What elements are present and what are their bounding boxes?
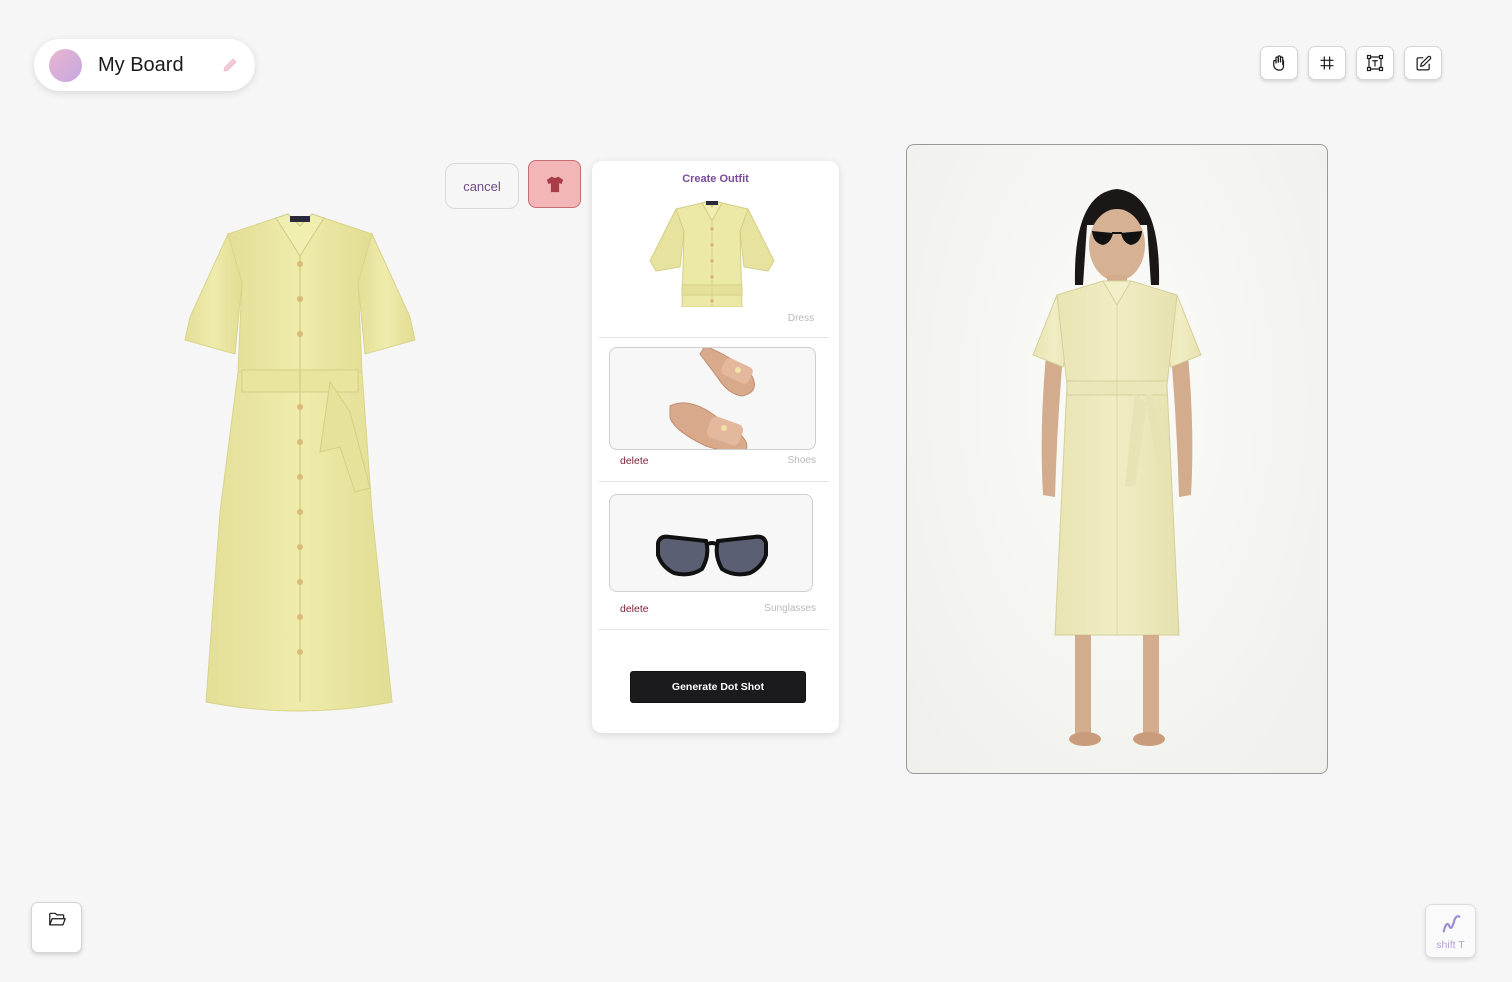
- outfit-toggle-button[interactable]: [528, 160, 581, 208]
- folder-open-icon: [49, 912, 66, 926]
- folder-button[interactable]: [31, 902, 82, 953]
- text-box-tool-button[interactable]: [1356, 46, 1394, 80]
- board-title-pill[interactable]: My Board: [34, 39, 255, 91]
- category-label-sunglasses: Sunglasses: [764, 603, 816, 614]
- shoes-thumbnail[interactable]: [609, 347, 816, 450]
- sunglasses-thumbnail[interactable]: [609, 494, 813, 592]
- shortcut-label: shift T: [1436, 939, 1465, 951]
- board-title: My Board: [98, 53, 184, 76]
- divider: [599, 481, 829, 482]
- hand-icon: [1273, 55, 1285, 71]
- cancel-button[interactable]: cancel: [445, 163, 519, 209]
- tshirt-icon: [546, 176, 563, 193]
- edit-icon: [1416, 55, 1431, 70]
- dress-canvas-image[interactable]: [180, 212, 420, 720]
- panel-title: Create Outfit: [682, 173, 749, 185]
- category-label-dress: Dress: [787, 313, 814, 324]
- edit-tool-button[interactable]: [1404, 46, 1442, 80]
- generate-dot-shot-button[interactable]: Generate Dot Shot: [630, 671, 806, 703]
- shortcut-button[interactable]: shift T: [1425, 904, 1476, 958]
- scribble-icon: [1442, 915, 1461, 933]
- create-outfit-panel: Create Outfit Dress delete Shoes delete …: [592, 161, 839, 733]
- frame-tool-button[interactable]: [1308, 46, 1346, 80]
- category-label-shoes: Shoes: [787, 455, 816, 466]
- canvas-toolbar: [1260, 46, 1442, 80]
- pencil-icon[interactable]: [221, 56, 239, 74]
- hand-tool-button[interactable]: [1260, 46, 1298, 80]
- board-avatar: [49, 48, 82, 82]
- text-box-icon: [1366, 54, 1384, 72]
- delete-shoes-link[interactable]: delete: [620, 455, 649, 467]
- divider: [599, 629, 829, 630]
- divider: [599, 337, 829, 338]
- frame-icon: [1320, 56, 1334, 70]
- dress-thumbnail[interactable]: [648, 201, 776, 307]
- delete-sunglasses-link[interactable]: delete: [620, 603, 649, 615]
- generated-model-photo[interactable]: [906, 144, 1328, 774]
